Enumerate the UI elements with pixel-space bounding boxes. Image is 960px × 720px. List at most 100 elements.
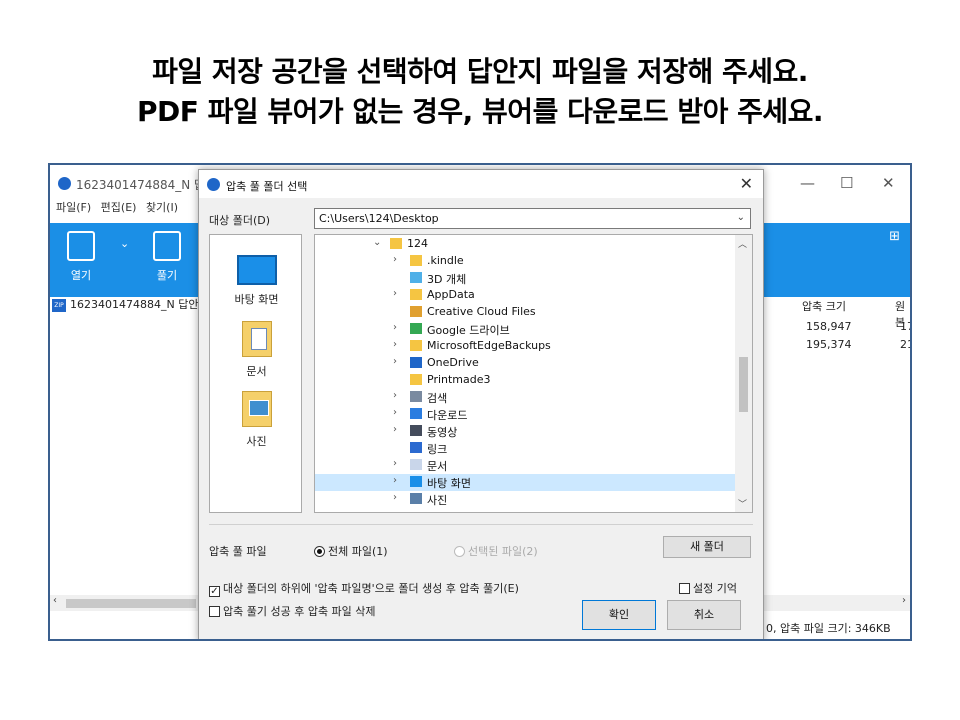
scroll-thumb[interactable] bbox=[66, 599, 196, 608]
place-documents-label: 문서 bbox=[246, 365, 267, 378]
link-icon bbox=[410, 442, 422, 453]
extract-button[interactable]: 풀기 bbox=[144, 231, 190, 283]
cancel-button[interactable]: 취소 bbox=[667, 600, 741, 630]
onedrive-icon bbox=[410, 357, 422, 368]
menu-edit[interactable]: 편집(E) bbox=[101, 201, 137, 214]
tree-item[interactable]: 3D 개체 bbox=[315, 270, 735, 287]
tree-item[interactable]: › AppData bbox=[315, 287, 735, 304]
radio-selected-files[interactable]: 선택된 파일(2) bbox=[454, 543, 538, 559]
scroll-right-icon[interactable]: › bbox=[902, 595, 906, 606]
creative-cloud-icon bbox=[410, 306, 422, 317]
expand-icon[interactable]: › bbox=[393, 407, 397, 418]
expand-icon[interactable]: › bbox=[393, 458, 397, 469]
tree-item-label: Printmade3 bbox=[427, 373, 491, 386]
expand-icon[interactable]: › bbox=[393, 492, 397, 503]
extract-label: 풀기 bbox=[156, 269, 178, 282]
tree-item-label: 문서 bbox=[427, 460, 448, 473]
chevron-down-icon[interactable]: ⌄ bbox=[120, 237, 129, 250]
collapse-icon[interactable]: ⌄ bbox=[373, 237, 381, 248]
tree-item[interactable]: › MicrosoftEdgeBackups bbox=[315, 338, 735, 355]
place-pictures[interactable]: 사진 bbox=[210, 391, 303, 449]
scroll-down-icon[interactable]: ﹀ bbox=[738, 497, 747, 510]
checkbox-remember-label: 설정 기억 bbox=[693, 582, 737, 595]
menu-file[interactable]: 파일(F) bbox=[56, 201, 91, 214]
tree-item-label: MicrosoftEdgeBackups bbox=[427, 339, 551, 352]
checkbox-empty-icon bbox=[679, 583, 690, 594]
expand-icon[interactable]: › bbox=[393, 390, 397, 401]
pictures-icon bbox=[241, 391, 272, 427]
tree-item[interactable]: › OneDrive bbox=[315, 355, 735, 372]
radio-selected-label: 선택된 파일(2) bbox=[468, 545, 538, 558]
open-button[interactable]: 열기 bbox=[58, 231, 104, 283]
close-app-icon[interactable]: ✕ bbox=[882, 174, 895, 192]
place-documents[interactable]: 문서 bbox=[210, 321, 303, 379]
video-icon bbox=[410, 425, 422, 436]
place-desktop[interactable]: 바탕 화면 bbox=[210, 255, 303, 307]
tree-item[interactable]: › 사진 bbox=[315, 491, 735, 508]
chevron-down-icon[interactable]: ⌄ bbox=[737, 212, 745, 223]
radio-off-icon bbox=[454, 546, 465, 557]
tree-item[interactable]: Printmade3 bbox=[315, 372, 735, 389]
target-path-combobox[interactable]: C:\Users\124\Desktop ⌄ bbox=[314, 208, 751, 229]
documents-icon bbox=[410, 459, 422, 470]
expand-icon[interactable]: › bbox=[393, 322, 397, 333]
status-bar: 0, 압축 파일 크기: 346KB bbox=[766, 622, 891, 635]
tree-item-label: 동영상 bbox=[427, 426, 458, 439]
scroll-left-icon[interactable]: ‹ bbox=[53, 595, 57, 606]
radio-on-icon bbox=[314, 546, 325, 557]
tree-item[interactable]: › 검색 bbox=[315, 389, 735, 406]
places-panel: 바탕 화면 문서 사진 bbox=[209, 234, 302, 513]
close-icon[interactable]: ✕ bbox=[740, 174, 753, 193]
tree-item-label: 링크 bbox=[427, 443, 448, 456]
target-folder-label: 대상 폴더(D) bbox=[209, 214, 271, 227]
checkbox-subfolder[interactable]: ✓ 대상 폴더의 하위에 '압축 파일명'으로 폴더 생성 후 압축 풀기(E) bbox=[209, 580, 519, 597]
expand-icon[interactable]: › bbox=[393, 254, 397, 265]
minimize-icon[interactable]: — bbox=[800, 174, 815, 192]
tree-item[interactable]: › .kindle bbox=[315, 253, 735, 270]
tree-item[interactable]: › 다운로드 bbox=[315, 406, 735, 423]
menu-find[interactable]: 찾기(I) bbox=[146, 201, 178, 214]
tree-item[interactable]: › 문서 bbox=[315, 457, 735, 474]
tree-item[interactable]: › 바탕 화면 bbox=[315, 474, 735, 491]
checkbox-delete-label: 압축 풀기 성공 후 압축 파일 삭제 bbox=[223, 605, 376, 618]
tree-item[interactable]: › Google 드라이브 bbox=[315, 321, 735, 338]
tree-scroll-thumb[interactable] bbox=[739, 357, 748, 412]
expand-icon[interactable]: › bbox=[393, 475, 397, 486]
tree-item[interactable]: ⌄ 124 bbox=[315, 236, 735, 253]
tree-item[interactable]: Creative Cloud Files bbox=[315, 304, 735, 321]
expand-icon[interactable]: › bbox=[393, 339, 397, 350]
folder-tree[interactable]: › 사진 › 바탕 화면 › 문서 링크 › 동영상 › 다운로드 › 검색 Printmade3 › One… bbox=[314, 234, 753, 513]
open-label: 열기 bbox=[70, 269, 92, 282]
archive-file-name: 1623401474884_N 답안 bbox=[70, 298, 199, 311]
archive-file-row[interactable]: ZIP 1623401474884_N 답안 bbox=[52, 296, 198, 312]
3d-objects-icon bbox=[410, 272, 422, 283]
dialog-title: 압축 풀 폴더 선택 bbox=[226, 180, 308, 193]
tree-vertical-scrollbar[interactable]: ︿ ﹀ bbox=[735, 235, 752, 512]
checkbox-subfolder-label: 대상 폴더의 하위에 '압축 파일명'으로 폴더 생성 후 압축 풀기(E) bbox=[223, 582, 519, 595]
tree-item[interactable]: › 동영상 bbox=[315, 423, 735, 440]
expand-icon[interactable]: › bbox=[393, 424, 397, 435]
checkbox-delete-archive[interactable]: 압축 풀기 성공 후 압축 파일 삭제 bbox=[209, 603, 376, 619]
new-folder-button[interactable]: 새 폴더 bbox=[663, 536, 751, 558]
radio-all-files[interactable]: 전체 파일(1) bbox=[314, 543, 388, 559]
desktop-icon bbox=[410, 476, 422, 487]
row2-compressed: 195,374 bbox=[806, 338, 852, 351]
expand-icon[interactable]: › bbox=[393, 288, 397, 299]
ok-button[interactable]: 확인 bbox=[582, 600, 656, 630]
target-path-value: C:\Users\124\Desktop bbox=[319, 212, 439, 225]
row1-compressed: 158,947 bbox=[806, 320, 852, 333]
app-menubar: 파일(F) 편집(E) 찾기(I) bbox=[50, 199, 200, 221]
horizontal-scrollbar-right[interactable]: › bbox=[762, 595, 910, 611]
tree-item-label: 124 bbox=[407, 237, 428, 250]
checkbox-checked-icon: ✓ bbox=[209, 586, 220, 597]
tree-item[interactable]: 링크 bbox=[315, 440, 735, 457]
checkbox-remember[interactable]: 설정 기억 bbox=[679, 580, 737, 596]
tree-item-label: 검색 bbox=[427, 392, 448, 405]
expand-icon[interactable]: › bbox=[393, 356, 397, 367]
scroll-up-icon[interactable]: ︿ bbox=[738, 237, 747, 250]
view-grid-icon[interactable]: ⊞ bbox=[889, 229, 900, 244]
horizontal-scrollbar-left[interactable]: ‹ bbox=[50, 595, 200, 611]
open-icon bbox=[67, 231, 95, 261]
maximize-icon[interactable]: ☐ bbox=[840, 174, 853, 192]
col-compressed-size[interactable]: 압축 크기 bbox=[802, 298, 846, 314]
